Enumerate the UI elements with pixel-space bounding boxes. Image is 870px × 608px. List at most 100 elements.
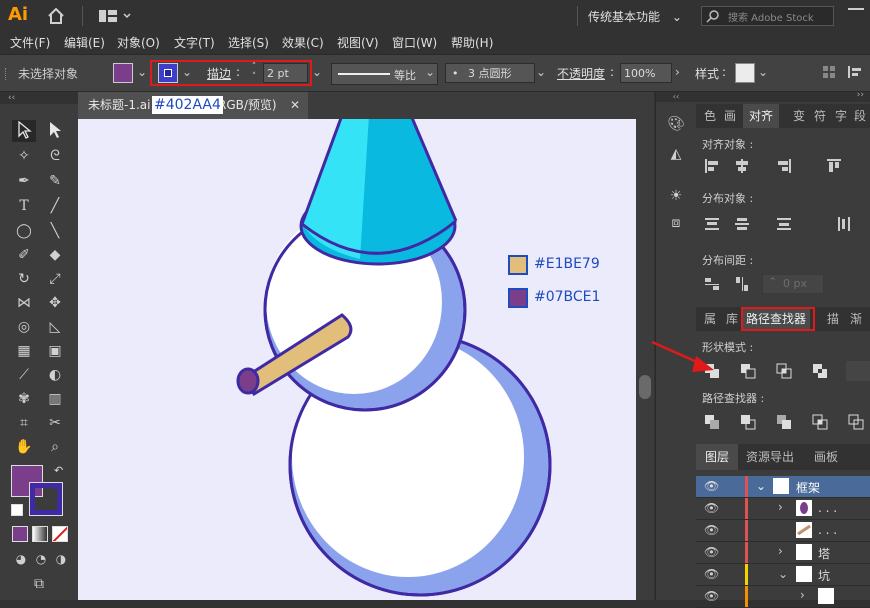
ellipse-tool-icon[interactable]: ◯ [13,221,35,241]
menu-type[interactable]: 文字(T) [174,33,215,53]
curvature-tool-icon[interactable]: ✎ [44,171,66,191]
scale-tool-icon[interactable]: ⤢ [44,269,66,289]
layer-row[interactable]: 👁︎ ⌄ 框架 [696,476,870,498]
gradient-mode-icon[interactable] [32,526,48,542]
tab-properties[interactable]: 属 [704,307,716,331]
minimize-icon[interactable] [848,8,864,10]
artboard-tool-icon[interactable]: ⌗ [13,413,35,433]
eraser-icon[interactable]: ◆ [44,245,66,265]
swatches-panel-icon[interactable]: ◭ [665,144,687,164]
align-right-icon[interactable] [776,158,792,174]
horizontal-spacing-icon[interactable] [734,276,750,292]
spacing-input[interactable]: ⌃ 0 px [762,274,824,294]
tab-asset-export[interactable]: 资源导出 [746,444,794,470]
menu-view[interactable]: 视图(V) [337,33,379,53]
align-top-icon[interactable] [826,158,842,174]
fill-swatch[interactable] [113,63,133,83]
variable-width-profile[interactable]: 等比 [331,63,438,85]
align-to-icon[interactable] [822,65,836,79]
appearance-panel-icon[interactable]: ☀ [665,186,687,206]
expand-button[interactable] [846,361,870,381]
brush-definition[interactable]: • 3 点圆形 [445,63,535,83]
opacity-label[interactable]: 不透明度 [557,65,605,82]
canvas[interactable]: #E1BE79 #07BCE1 [78,119,636,600]
rotate-tool-icon[interactable]: ↻ [13,269,35,289]
menu-window[interactable]: 窗口(W) [392,33,437,53]
chevron-down-icon[interactable]: ⌄ [758,65,768,79]
direct-selection-tool-icon[interactable] [44,121,66,141]
visibility-eye-icon[interactable]: 👁︎ [704,589,719,603]
workspace-switcher[interactable]: 传统基本功能 ⌄ [588,8,682,25]
distribute-left-icon[interactable] [836,216,852,232]
panel-menu-icon[interactable] [847,64,863,80]
tab-character[interactable]: 字 [835,104,847,128]
distribute-top-icon[interactable] [704,216,720,232]
puppet-warp-icon[interactable]: ✥ [44,293,66,313]
distribute-vcenter-icon[interactable] [734,216,750,232]
draw-behind-icon[interactable]: ◔ [30,549,52,569]
crop-icon[interactable] [812,414,828,430]
type-tool-icon[interactable]: T [13,196,35,216]
chevron-right-icon[interactable]: › [778,544,783,558]
visibility-eye-icon[interactable]: 👁︎ [704,545,719,559]
eyedropper-icon[interactable]: ⟋ [13,365,35,385]
menu-select[interactable]: 选择(S) [228,33,269,53]
home-icon[interactable] [46,6,66,26]
shaper-tool-icon[interactable]: ✐ [13,245,35,265]
visibility-eye-icon[interactable]: 👁︎ [704,523,719,537]
chevron-down-icon[interactable]: ⌄ [536,65,546,79]
collapse-icon[interactable]: ‹‹ [656,92,696,102]
collapse-icon[interactable]: ›› [857,90,864,100]
scrollbar-thumb[interactable] [639,375,651,399]
tab-libraries[interactable]: 库 [726,307,738,331]
exclude-icon[interactable] [812,363,828,379]
line-tool-icon[interactable]: ╱ [44,196,66,216]
chevron-down-icon[interactable]: ⌄ [778,567,788,581]
blend-tool-icon[interactable]: ◐ [44,365,66,385]
tab-color[interactable]: 色 [704,104,716,128]
stroke-color-box[interactable] [29,482,63,516]
column-graph-icon[interactable]: ▥ [44,389,66,409]
arrange-documents-icon[interactable] [98,8,134,24]
collapse-icon[interactable]: ‹‹ [0,92,78,104]
visibility-eye-icon[interactable]: 👁︎ [704,567,719,581]
swap-colors-icon[interactable]: ↶ [54,464,63,477]
lasso-icon[interactable]: ᘓ [44,146,66,166]
layer-row[interactable]: 👁︎ . . . [696,520,870,542]
search-input[interactable]: 搜索 Adobe Stock [728,9,814,24]
draw-normal-icon[interactable]: ◕ [10,549,32,569]
zoom-tool-icon[interactable]: ⌕ [44,437,66,457]
tab-align[interactable]: 对齐 [743,104,780,128]
layer-row[interactable]: 👁︎ ⌄ 坑 [696,564,870,586]
stock-search-field[interactable]: 搜索 Adobe Stock [701,6,834,26]
menu-file[interactable]: 文件(F) [10,33,50,53]
symbol-sprayer-icon[interactable]: ✾ [13,389,35,409]
default-colors-icon[interactable] [11,504,23,516]
width-tool-icon[interactable]: ⋈ [13,293,35,313]
graphic-style-swatch[interactable] [735,63,755,83]
chevron-down-icon[interactable]: ⌄ [756,479,766,493]
layer-row[interactable]: 👁︎ › [696,586,870,608]
grip-handle[interactable] [5,68,9,80]
chevron-down-icon[interactable]: ⌄ [137,65,147,79]
draw-inside-icon[interactable]: ◑ [50,549,72,569]
menu-effect[interactable]: 效果(C) [282,33,324,53]
artboard[interactable]: #E1BE79 #07BCE1 [78,119,636,600]
menu-object[interactable]: 对象(O) [117,33,160,53]
pen-tool-icon[interactable]: ✒ [13,171,35,191]
visibility-eye-icon[interactable]: 👁︎ [704,501,719,515]
tab-gradient[interactable]: 渐 [850,307,862,331]
perspective-grid-icon[interactable]: ◺ [44,317,66,337]
align-left-icon[interactable] [704,158,720,174]
distribute-bottom-icon[interactable] [776,216,792,232]
tab-color-guide[interactable]: 画 [724,104,736,128]
tab-paragraph[interactable]: 段 [854,104,866,128]
chevron-right-icon[interactable]: › [675,65,680,79]
chevron-down-icon[interactable]: ⌄ [312,65,322,79]
screen-mode-icon[interactable]: ⧉ [28,574,50,594]
selection-tool-icon[interactable] [13,120,35,141]
paintbrush-icon[interactable]: ╲ [44,221,66,241]
mesh-tool-icon[interactable]: ▦ [13,341,35,361]
gradient-tool-icon[interactable]: ▣ [44,341,66,361]
merge-icon[interactable] [776,414,792,430]
